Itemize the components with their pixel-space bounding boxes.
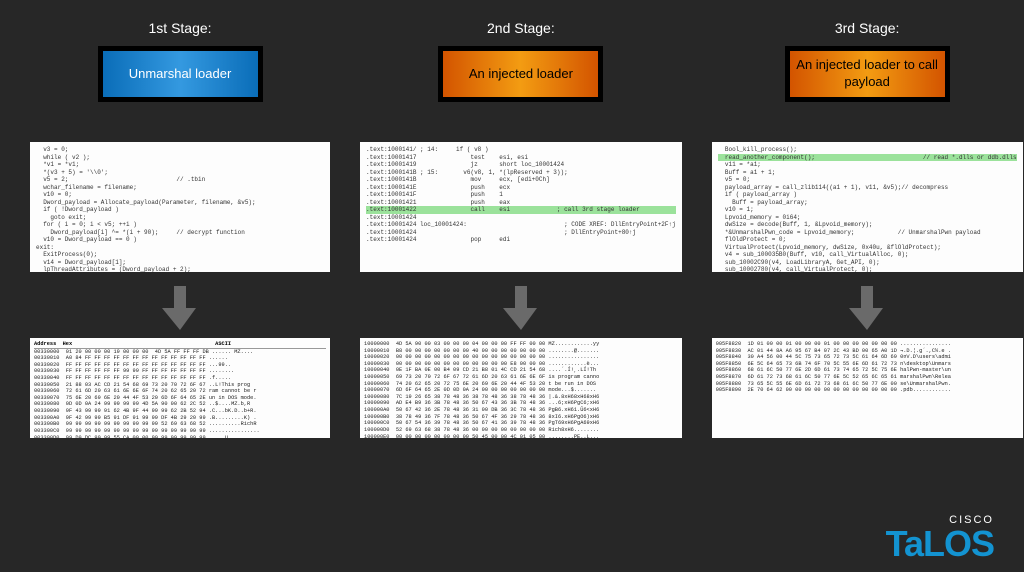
- stage3-code: Bool_kill_process(); read_another_compon…: [712, 142, 1023, 272]
- stage3-title: 3rd Stage:: [835, 20, 900, 36]
- hex-header: Address Hex ASCII: [34, 341, 326, 349]
- stage2-title: 2nd Stage:: [487, 20, 555, 36]
- stage-col-3: 3rd Stage: An injected loader to call pa…: [712, 20, 1023, 438]
- stage3-hex: 005F8820 1D 01 00 00 01 00 00 00 01 00 0…: [712, 338, 1023, 438]
- talos-text: TaLOS: [886, 523, 994, 564]
- hex-body: 00330000 01 20 00 00 00 19 00 00 00 4D 5…: [34, 349, 260, 438]
- stage-col-1: 1st Stage: Unmarshal loader v3 = 0; whil…: [30, 20, 330, 438]
- code-highlight: read_another_component(); // read *.dlls…: [718, 154, 1017, 162]
- code-text: Bool_kill_process();: [718, 146, 797, 153]
- code-tail: v11 = *a1; Buff = a1 + 1; v5 = 0; payloa…: [718, 161, 981, 272]
- arrow-down-icon: [849, 286, 885, 330]
- stage2-hex: 10000000 4D 5A 90 00 03 00 00 00 04 00 0…: [360, 338, 682, 438]
- code-text: .text:1000141/ ; 14: if ( v8 ) .text:100…: [366, 146, 568, 206]
- brand-logo: cisco TaLOS: [886, 516, 994, 560]
- stage2-code: .text:1000141/ ; 14: if ( v8 ) .text:100…: [360, 142, 682, 272]
- code-highlight: .text:10001422 call esi ; call 3rd stage…: [366, 206, 676, 214]
- stage2-box: An injected loader: [438, 46, 603, 102]
- arrow-down-icon: [162, 286, 198, 330]
- stage-col-2: 2nd Stage: An injected loader .text:1000…: [360, 20, 682, 438]
- stage1-hex: Address Hex ASCII00330000 01 20 00 00 00…: [30, 338, 330, 438]
- code-text: v3 = 0; while ( v2 ); *v1 = *v1; *(v3 + …: [36, 146, 256, 272]
- hex-body: 005F8820 1D 01 00 00 01 00 00 00 01 00 0…: [716, 341, 951, 393]
- stage-columns: 1st Stage: Unmarshal loader v3 = 0; whil…: [0, 0, 1024, 438]
- code-tail: .text:10001424 .text:10001424 loc_100014…: [366, 214, 676, 244]
- stage1-title: 1st Stage:: [149, 20, 212, 36]
- arrow-down-icon: [503, 286, 539, 330]
- hex-body: 10000000 4D 5A 90 00 03 00 00 00 04 00 0…: [364, 341, 599, 438]
- stage1-code: v3 = 0; while ( v2 ); *v1 = *v1; *(v3 + …: [30, 142, 330, 272]
- stage1-box: Unmarshal loader: [98, 46, 263, 102]
- stage3-box: An injected loader to call payload: [785, 46, 950, 102]
